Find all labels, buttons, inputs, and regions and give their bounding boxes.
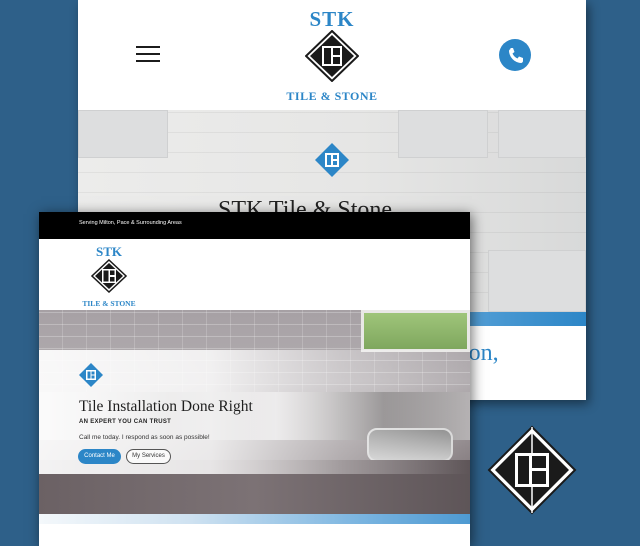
phone-button[interactable] — [499, 39, 531, 71]
desktop-preview: Serving Milton, Pace & Surrounding Areas… — [39, 212, 470, 546]
phone-icon — [509, 48, 523, 63]
stk-logo-icon — [90, 258, 128, 294]
diamond-logo-icon — [315, 143, 349, 177]
stk-logo-icon — [304, 29, 360, 83]
service-area-text: Serving Milton, Pace & Surrounding Areas — [79, 220, 182, 226]
hamburger-menu-icon[interactable] — [136, 46, 160, 64]
contact-me-button[interactable]: Contact Me — [78, 449, 121, 464]
logo-subtitle: TILE & STONE — [82, 299, 136, 308]
logo-name: STK — [309, 7, 355, 31]
hero-tagline: AN EXPERT YOU CAN TRUST — [79, 419, 172, 425]
logo-name: STK — [95, 244, 122, 259]
mobile-logo[interactable]: STK TILE & STONE — [286, 8, 378, 104]
hero-call-text: Call me today. I respond as soon as poss… — [79, 434, 210, 441]
desktop-accent-bar — [39, 514, 470, 524]
my-services-button[interactable]: My Services — [126, 449, 171, 464]
hero-title: Tile Installation Done Right — [79, 398, 253, 415]
diamond-logo-icon — [487, 425, 577, 515]
diamond-logo-icon — [79, 363, 103, 387]
logo-subtitle: TILE & STONE — [286, 89, 378, 103]
desktop-logo[interactable]: STK TILE & STONE — [79, 244, 139, 309]
mobile-header: STK TILE & STONE — [78, 0, 586, 110]
top-bar: Serving Milton, Pace & Surrounding Areas — [39, 212, 470, 239]
